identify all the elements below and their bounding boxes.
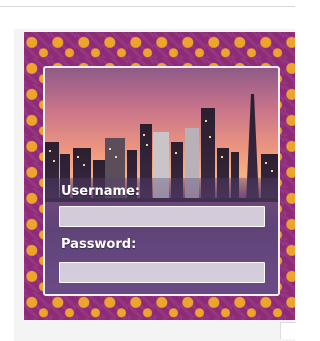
top-divider: [0, 6, 295, 7]
password-input[interactable]: [60, 264, 264, 284]
username-field[interactable]: [59, 206, 265, 228]
password-label: Password:: [61, 237, 137, 252]
resize-corner: [280, 322, 296, 339]
username-label: Username:: [61, 184, 141, 199]
password-field[interactable]: [59, 262, 265, 284]
username-input[interactable]: [60, 208, 264, 228]
login-card: Username: Password:: [43, 66, 280, 296]
